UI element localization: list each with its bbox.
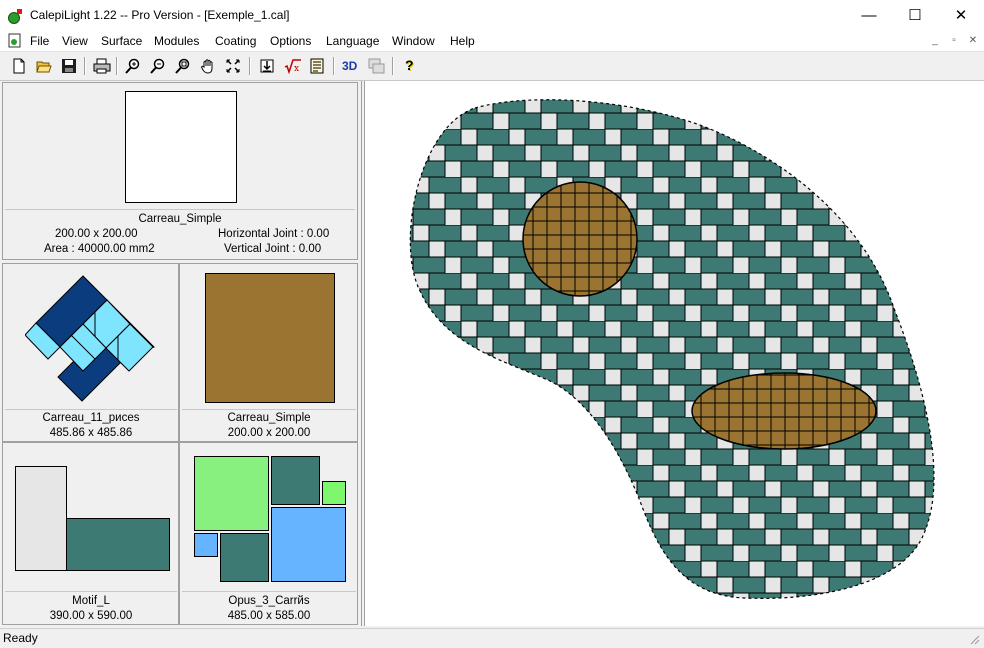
mdi-minimize-button[interactable]: _	[928, 35, 942, 48]
close-button[interactable]: ✕	[938, 0, 984, 31]
tile-size: 485.00 x 585.00	[227, 610, 311, 622]
tile-piece	[194, 456, 269, 531]
zoom-fit-button[interactable]	[222, 56, 244, 76]
minimize-button[interactable]: —	[846, 0, 892, 31]
tile-name: Carreau_Simple	[227, 412, 311, 424]
formula-icon: x	[284, 59, 301, 74]
menu-coating[interactable]: Coating	[215, 34, 256, 48]
print-button[interactable]	[90, 56, 112, 76]
tile-card[interactable]: Opus_3_Carrйs 485.00 x 585.00	[179, 442, 358, 625]
zoom-out-icon	[150, 58, 165, 74]
menu-bar: File View Surface Modules Coating Option…	[0, 31, 984, 52]
tile-card[interactable]: Carreau_Simple 200.00 x 200.00	[179, 263, 358, 442]
tile-name: Opus_3_Carrйs	[228, 595, 310, 607]
open-button[interactable]	[33, 56, 55, 76]
menu-window[interactable]: Window	[392, 34, 435, 48]
save-icon	[62, 59, 76, 73]
tile-preview	[205, 273, 335, 403]
tile-piece	[220, 533, 269, 582]
zoom-window-button[interactable]	[172, 56, 194, 76]
menu-language[interactable]: Language	[326, 34, 379, 48]
view-3d-button[interactable]: 3D	[339, 56, 361, 76]
tile-name: Carreau_11_pиces	[42, 412, 140, 424]
menu-file[interactable]: File	[30, 34, 49, 48]
pan-hand-icon	[200, 59, 213, 74]
tile-caption: Carreau_Simple 200.00 x 200.00 Area : 40…	[5, 209, 355, 258]
horizontal-joint: Horizontal Joint : 0.00	[218, 228, 330, 240]
tile-piece	[15, 466, 67, 571]
tile-caption: Motif_L 390.00 x 590.00	[5, 591, 177, 623]
new-icon	[13, 58, 25, 74]
tile-card[interactable]: Carreau_11_pиces 485.86 x 485.86	[2, 263, 179, 442]
print-icon	[93, 58, 111, 74]
tile-size: 390.00 x 590.00	[49, 610, 133, 622]
tile-name: Motif_L	[72, 595, 110, 607]
layers-button[interactable]	[365, 56, 387, 76]
formula-button[interactable]: x	[281, 56, 303, 76]
tile-preview	[125, 91, 237, 203]
tile-library-panel: Carreau_Simple 200.00 x 200.00 Area : 40…	[0, 81, 362, 626]
tile-area: Area : 40000.00 mm2	[44, 243, 155, 255]
help-icon: ?	[405, 57, 414, 73]
tile-layout	[410, 99, 934, 599]
insert-ellipse[interactable]	[691, 372, 877, 450]
open-icon	[36, 61, 52, 73]
tile-piece	[322, 481, 346, 505]
tile-piece	[194, 533, 218, 557]
menu-help[interactable]: Help	[450, 34, 475, 48]
tile-caption: Carreau_Simple 200.00 x 200.00	[182, 409, 356, 440]
import-icon	[260, 59, 274, 73]
drawing-canvas[interactable]	[364, 81, 984, 626]
pan-button[interactable]	[197, 56, 219, 76]
new-button[interactable]	[8, 56, 30, 76]
report-icon	[310, 58, 324, 74]
menu-options[interactable]: Options	[270, 34, 311, 48]
maximize-button[interactable]: ☐	[892, 0, 938, 31]
mdi-close-button[interactable]: ✕	[966, 35, 980, 48]
3d-icon: 3D	[342, 59, 358, 73]
zoom-fit-icon	[226, 59, 240, 73]
zoom-in-button[interactable]	[122, 56, 144, 76]
report-button[interactable]	[306, 56, 328, 76]
tile-11-pieces-preview	[25, 275, 155, 402]
layers-icon	[368, 58, 385, 74]
tile-size: 485.86 x 485.86	[49, 427, 133, 439]
insert-circle[interactable]	[522, 181, 638, 297]
toolbar: x 3D ?	[0, 52, 984, 81]
surface-drawing[interactable]	[365, 81, 984, 626]
zoom-out-button[interactable]	[147, 56, 169, 76]
tile-card[interactable]: Motif_L 390.00 x 590.00	[2, 442, 179, 625]
tile-piece	[271, 507, 346, 582]
save-button[interactable]	[58, 56, 80, 76]
tile-size: 200.00 x 200.00	[55, 228, 138, 240]
title-bar: CalepiLight 1.22 -- Pro Version - [Exemp…	[0, 0, 984, 31]
app-icon	[8, 9, 22, 24]
resize-grip-icon[interactable]	[968, 633, 980, 645]
document-icon[interactable]	[8, 33, 22, 48]
current-tile-card[interactable]: Carreau_Simple 200.00 x 200.00 Area : 40…	[2, 82, 358, 260]
status-bar: Ready	[0, 628, 984, 648]
tile-piece	[66, 518, 170, 571]
svg-text:x: x	[294, 64, 299, 74]
tile-size: 200.00 x 200.00	[227, 427, 311, 439]
import-button[interactable]	[256, 56, 278, 76]
zoom-in-icon	[125, 58, 140, 74]
menu-modules[interactable]: Modules	[154, 34, 199, 48]
tile-caption: Carreau_11_pиces 485.86 x 485.86	[5, 409, 177, 440]
help-button[interactable]: ?	[398, 56, 420, 76]
vertical-joint: Vertical Joint : 0.00	[224, 243, 322, 255]
tile-piece	[271, 456, 320, 505]
zoom-window-icon	[175, 58, 190, 74]
menu-surface[interactable]: Surface	[101, 34, 142, 48]
tile-name: Carreau_Simple	[138, 213, 222, 225]
menu-view[interactable]: View	[62, 34, 88, 48]
status-text: Ready	[3, 631, 38, 645]
window-title: CalepiLight 1.22 -- Pro Version - [Exemp…	[30, 8, 290, 22]
mdi-restore-button[interactable]: ▫	[947, 35, 961, 48]
tile-caption: Opus_3_Carrйs 485.00 x 585.00	[182, 591, 356, 623]
